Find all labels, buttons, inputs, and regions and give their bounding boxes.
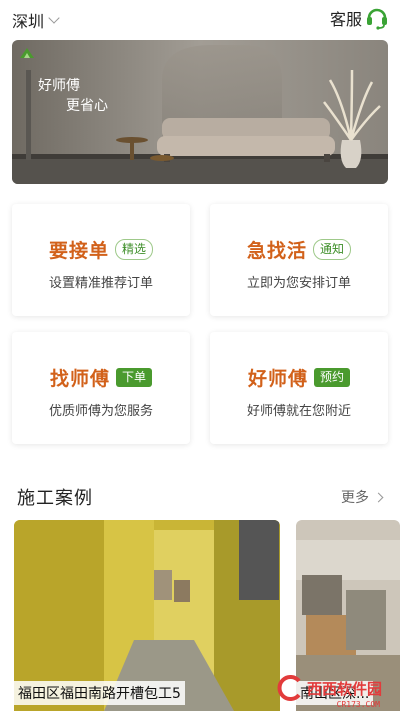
card-badge: 下单: [116, 368, 153, 387]
card-title: 急找活: [246, 240, 307, 262]
watermark: 西西软件园: [273, 675, 382, 701]
banner-line-2: 更省心: [66, 98, 108, 114]
watermark-subtext: CR173.COM: [336, 700, 380, 709]
card-badge: 精选: [115, 239, 154, 260]
card-find-worker[interactable]: 找师傅 下单 优质师傅为您服务: [12, 332, 190, 444]
card-badge: 通知: [313, 239, 352, 260]
card-subtitle: 设置精准推荐订单: [48, 276, 153, 291]
card-take-orders[interactable]: 要接单 精选 设置精准推荐订单: [12, 204, 190, 316]
chevron-down-icon: [48, 12, 60, 24]
banner-line-1: 好师傅: [38, 78, 80, 94]
customer-service-label: 客服: [329, 10, 362, 29]
promo-banner[interactable]: 好师傅 更省心: [12, 40, 388, 184]
section-title: 施工案例: [17, 488, 93, 509]
top-bar: 深圳 客服: [0, 0, 400, 38]
logo-mark-icon: [20, 48, 34, 58]
city-selector[interactable]: 深圳: [12, 8, 60, 32]
city-label: 深圳: [12, 12, 45, 31]
card-subtitle: 优质师傅为您服务: [48, 404, 153, 419]
card-good-worker[interactable]: 好师傅 预约 好师傅就在您附近: [210, 332, 388, 444]
banner-slogan: 好师傅 更省心: [38, 76, 108, 116]
case-card[interactable]: 福田区福田南路开槽包工5: [14, 520, 280, 711]
card-title: 好师傅: [247, 368, 308, 390]
watermark-text: 西西软件园: [306, 679, 382, 698]
card-title: 找师傅: [49, 368, 110, 390]
customer-service-button[interactable]: 客服: [330, 6, 388, 30]
card-badge: 预约: [314, 368, 351, 387]
case-caption: 福田区福田南路开槽包工5: [14, 681, 185, 705]
card-subtitle: 好师傅就在您附近: [246, 404, 351, 419]
card-title: 要接单: [48, 240, 109, 262]
more-label: 更多: [341, 490, 369, 506]
chevron-right-icon: [373, 492, 384, 502]
more-link[interactable]: 更多: [341, 487, 384, 507]
headset-icon: [367, 8, 387, 30]
watermark-logo-icon: [277, 675, 301, 701]
card-find-work[interactable]: 急找活 通知 立即为您安排订单: [210, 204, 388, 316]
card-subtitle: 立即为您安排订单: [246, 276, 351, 291]
